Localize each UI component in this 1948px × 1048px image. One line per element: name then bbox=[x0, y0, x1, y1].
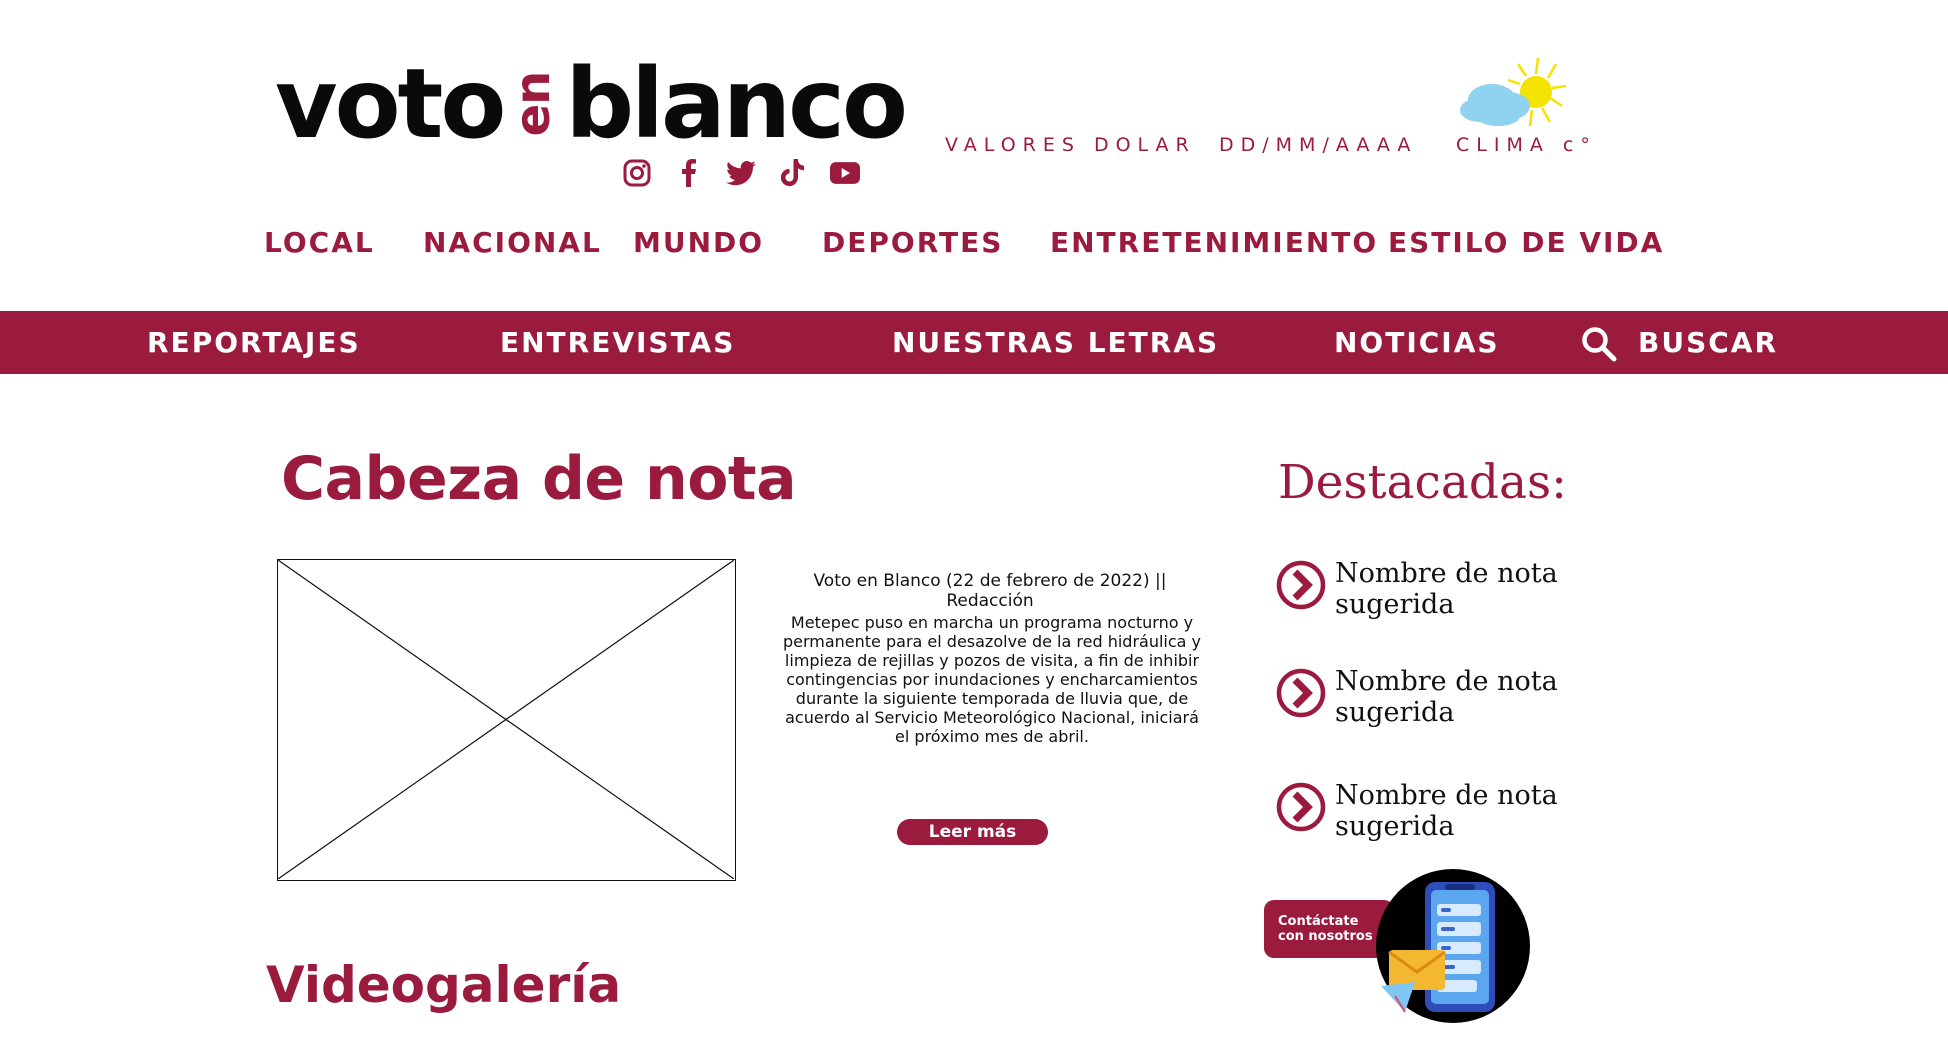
site-logo[interactable]: voto en blanco bbox=[275, 56, 908, 152]
featured-item[interactable]: Nombre de nota sugerida bbox=[1276, 558, 1565, 620]
featured-item-title: Nombre de nota sugerida bbox=[1335, 666, 1558, 728]
dollar-values: VALORES DOLAR bbox=[945, 134, 1196, 156]
arrow-circle-icon bbox=[1276, 782, 1326, 832]
facebook-icon[interactable] bbox=[674, 158, 704, 188]
weather-icon bbox=[1458, 56, 1568, 136]
weather-label: CLIMA c° bbox=[1456, 134, 1597, 156]
featured-item-title: Nombre de nota sugerida bbox=[1335, 558, 1558, 620]
search-icon[interactable] bbox=[1581, 326, 1617, 366]
logo-word-blanco: blanco bbox=[565, 48, 908, 160]
logo-word-voto: voto bbox=[275, 48, 506, 160]
featured-heading: Destacadas: bbox=[1278, 455, 1567, 510]
nav-local[interactable]: LOCAL bbox=[264, 226, 375, 259]
nav-estilo-de-vida[interactable]: ESTILO DE VIDA bbox=[1388, 226, 1664, 259]
article-byline: Voto en Blanco (22 de febrero de 2022) |… bbox=[813, 571, 1167, 611]
logo-word-en: en bbox=[505, 71, 562, 137]
tiktok-icon[interactable] bbox=[778, 158, 808, 188]
read-more-button[interactable]: Leer más bbox=[897, 819, 1048, 845]
featured-item[interactable]: Nombre de nota sugerida bbox=[1276, 780, 1565, 842]
date-display: DD/MM/AAAA bbox=[1219, 134, 1418, 156]
social-links bbox=[622, 158, 860, 188]
featured-item[interactable]: Nombre de nota sugerida bbox=[1276, 666, 1565, 728]
youtube-icon[interactable] bbox=[830, 158, 860, 188]
nav-entrevistas[interactable]: ENTREVISTAS bbox=[500, 326, 735, 359]
twitter-icon[interactable] bbox=[726, 158, 756, 188]
article-summary: Metepec puso en marcha un programa noctu… bbox=[782, 613, 1202, 746]
search-button[interactable]: BUSCAR bbox=[1638, 326, 1778, 359]
nav-nacional[interactable]: NACIONAL bbox=[423, 226, 602, 259]
featured-item-title: Nombre de nota sugerida bbox=[1335, 780, 1558, 842]
nav-mundo[interactable]: MUNDO bbox=[633, 226, 764, 259]
nav-reportajes[interactable]: REPORTAJES bbox=[147, 326, 361, 359]
nav-nuestras-letras[interactable]: NUESTRAS LETRAS bbox=[892, 326, 1219, 359]
article-headline[interactable]: Cabeza de nota bbox=[281, 444, 797, 514]
contact-label: Contáctate con nosotros bbox=[1278, 914, 1373, 944]
nav-noticias[interactable]: NOTICIAS bbox=[1334, 326, 1500, 359]
article-image-placeholder bbox=[277, 559, 736, 881]
arrow-circle-icon bbox=[1276, 668, 1326, 718]
videogallery-heading: Videogalería bbox=[266, 956, 622, 1014]
nav-deportes[interactable]: DEPORTES bbox=[822, 226, 1003, 259]
arrow-circle-icon bbox=[1276, 560, 1326, 610]
phone-message-icon[interactable] bbox=[1375, 868, 1531, 1024]
instagram-icon[interactable] bbox=[622, 158, 652, 188]
nav-entretenimiento[interactable]: ENTRETENIMIENTO bbox=[1050, 226, 1378, 259]
